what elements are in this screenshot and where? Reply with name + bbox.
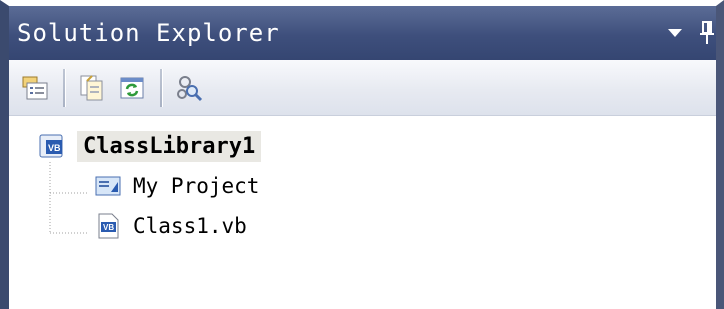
tree-node-label: My Project xyxy=(133,174,260,198)
show-all-files-icon[interactable] xyxy=(76,72,108,104)
panel-titlebar[interactable]: Solution Explorer xyxy=(9,6,716,60)
panel-toolbar xyxy=(9,60,716,116)
tree-node-my-project[interactable]: My Project xyxy=(9,166,716,206)
vb-file-icon: VB xyxy=(93,211,123,241)
refresh-icon[interactable] xyxy=(116,72,148,104)
toolbar-separator xyxy=(63,68,66,107)
pin-icon[interactable] xyxy=(700,21,714,45)
toolbar-separator xyxy=(160,68,163,107)
title-controls xyxy=(668,21,716,45)
tree-node-label: ClassLibrary1 xyxy=(77,130,262,162)
my-project-icon xyxy=(93,171,123,201)
properties-icon[interactable] xyxy=(19,72,51,104)
solution-tree: VB ClassLibrary1 My Project VB Class1.vb xyxy=(9,116,716,246)
class-view-icon[interactable] xyxy=(173,72,205,104)
solution-explorer-panel: Solution Explorer VB ClassLibrary1 My Pr… xyxy=(0,0,724,309)
dropdown-arrow-icon[interactable] xyxy=(668,28,682,38)
svg-text:VB: VB xyxy=(103,223,114,232)
tree-node-root[interactable]: VB ClassLibrary1 xyxy=(9,126,716,166)
tree-node-label: Class1.vb xyxy=(133,214,247,238)
tree-node-class1[interactable]: VB Class1.vb xyxy=(9,206,716,246)
panel-title: Solution Explorer xyxy=(17,19,280,47)
svg-text:VB: VB xyxy=(48,143,61,153)
vb-project-icon: VB xyxy=(37,131,67,161)
